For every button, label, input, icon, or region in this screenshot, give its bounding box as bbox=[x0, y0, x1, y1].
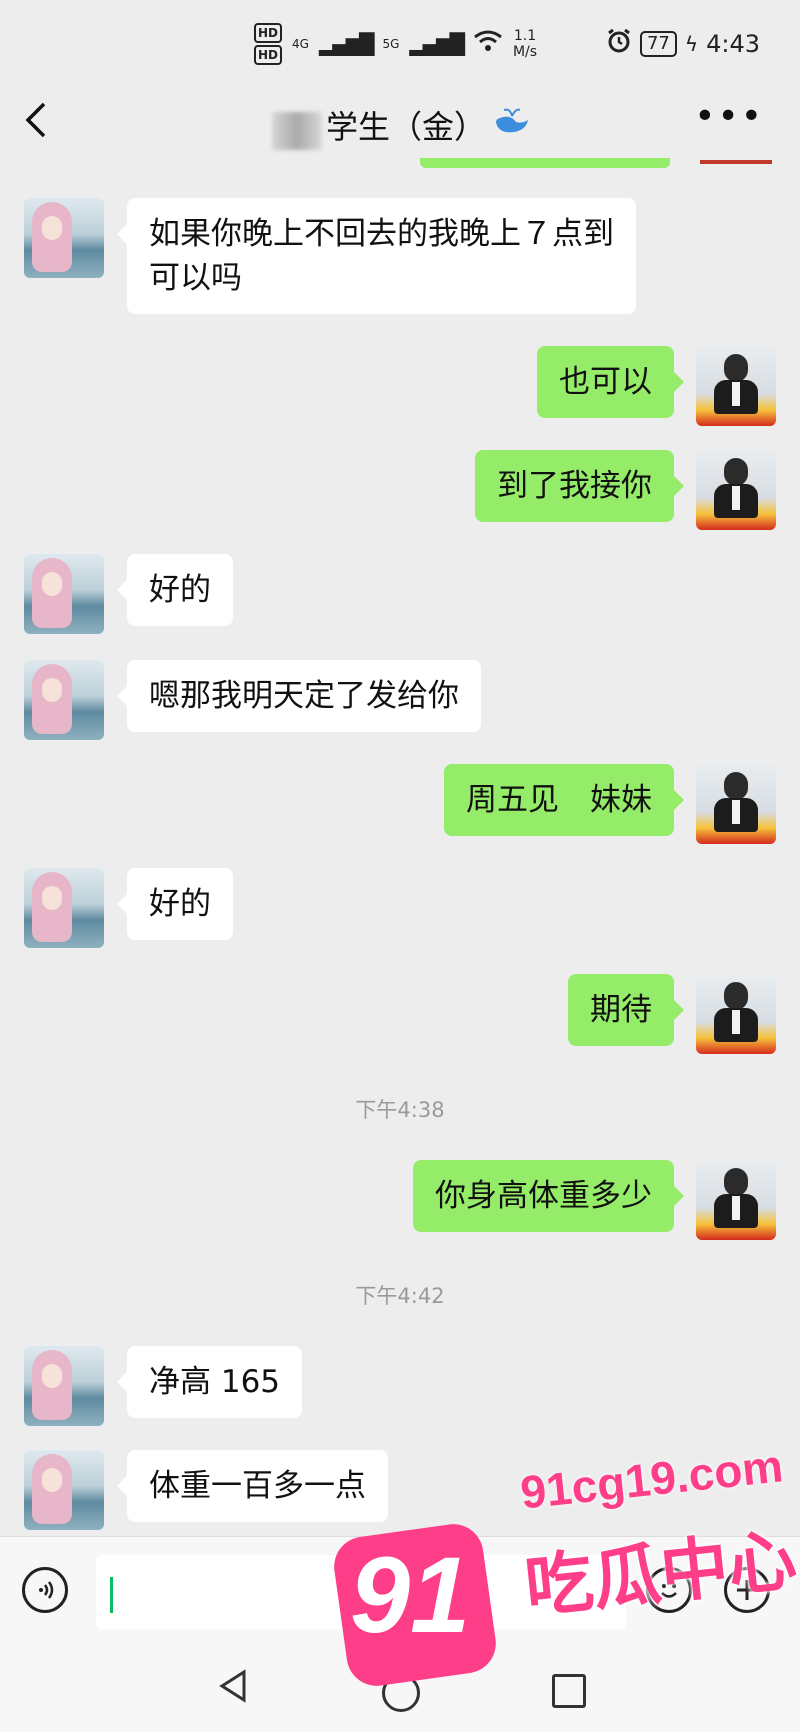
hd-badge-2: HD bbox=[254, 45, 283, 65]
speed-unit: M/s bbox=[512, 44, 538, 60]
avatar[interactable] bbox=[696, 450, 776, 530]
message-row: 体重一百多一点 bbox=[0, 1450, 800, 1530]
partial-divider bbox=[700, 160, 772, 164]
message-row: 好的 bbox=[0, 868, 800, 948]
avatar[interactable] bbox=[696, 764, 776, 844]
partial-sent-bubble bbox=[420, 158, 670, 168]
avatar[interactable] bbox=[24, 554, 104, 634]
avatar[interactable] bbox=[24, 660, 104, 740]
message-line: 好的 bbox=[149, 886, 211, 922]
message-row: 到了我接你 bbox=[0, 450, 800, 530]
input-bar bbox=[0, 1536, 800, 1647]
chat-header: 学生（金） ••• bbox=[0, 86, 800, 158]
triangle-back-icon[interactable] bbox=[216, 1668, 250, 1713]
chat-title-text: 学生（金） bbox=[326, 108, 487, 146]
avatar[interactable] bbox=[696, 346, 776, 426]
avatar[interactable] bbox=[24, 198, 104, 278]
message-input[interactable] bbox=[96, 1555, 626, 1629]
status-bar: HD HD 4G ▂▄▆█ 5G ▂▄▆█ 1.1 M/s 77 ϟ 4:43 bbox=[0, 0, 800, 86]
avatar[interactable] bbox=[24, 1450, 104, 1530]
message-line: 好的 bbox=[149, 572, 211, 608]
message-line: 体重一百多一点 bbox=[149, 1468, 366, 1504]
message-bubble[interactable]: 你身高体重多少 bbox=[413, 1160, 684, 1232]
chat-title: 学生（金） bbox=[326, 102, 532, 148]
hd-badge-1: HD bbox=[254, 23, 283, 43]
emoji-icon[interactable] bbox=[646, 1567, 692, 1613]
avatar[interactable] bbox=[24, 1346, 104, 1426]
status-left: HD HD 4G ▂▄▆█ 5G ▂▄▆█ 1.1 M/s bbox=[254, 22, 537, 66]
message-bubble[interactable]: 如果你晚上不回去的我晚上７点到 可以吗 bbox=[117, 198, 636, 314]
avatar[interactable] bbox=[696, 974, 776, 1054]
message-line: 可以吗 bbox=[149, 260, 242, 296]
message-line: 也可以 bbox=[559, 364, 652, 400]
message-bubble[interactable]: 好的 bbox=[117, 868, 233, 940]
message-row: 周五见 妹妹 bbox=[0, 764, 800, 844]
message-row: 如果你晚上不回去的我晚上７点到 可以吗 bbox=[0, 198, 800, 314]
blurred-name-redaction bbox=[272, 112, 322, 150]
message-bubble[interactable]: 也可以 bbox=[537, 346, 684, 418]
plus-icon[interactable] bbox=[724, 1567, 770, 1613]
network-label-2: 5G bbox=[382, 37, 400, 51]
message-line: 你身高体重多少 bbox=[435, 1178, 652, 1214]
text-caret bbox=[110, 1577, 113, 1613]
voice-icon[interactable] bbox=[22, 1567, 68, 1613]
message-line: 净高 165 bbox=[149, 1364, 281, 1400]
status-right: 77 ϟ 4:43 bbox=[606, 26, 760, 62]
clock-time: 4:43 bbox=[706, 30, 760, 58]
message-bubble[interactable]: 周五见 妹妹 bbox=[444, 764, 684, 836]
square-recent-icon[interactable] bbox=[552, 1674, 586, 1708]
chevron-left-icon[interactable] bbox=[22, 100, 66, 144]
alarm-icon bbox=[606, 28, 632, 60]
message-row: 你身高体重多少 bbox=[0, 1160, 800, 1240]
network-speed: 1.1 M/s bbox=[513, 28, 537, 60]
message-line: 期待 bbox=[590, 992, 652, 1028]
signal-icon: ▂▄▆█ bbox=[409, 32, 465, 56]
message-line: 如果你晚上不回去的我晚上７点到 bbox=[149, 216, 614, 252]
whale-icon bbox=[492, 105, 532, 145]
message-line: 嗯那我明天定了发给你 bbox=[149, 678, 459, 714]
message-bubble[interactable]: 嗯那我明天定了发给你 bbox=[117, 660, 481, 732]
message-bubble[interactable]: 到了我接你 bbox=[475, 450, 684, 522]
message-row: 也可以 bbox=[0, 346, 800, 426]
message-bubble[interactable]: 期待 bbox=[568, 974, 684, 1046]
avatar[interactable] bbox=[24, 868, 104, 948]
message-row: 好的 bbox=[0, 554, 800, 634]
avatar[interactable] bbox=[696, 1160, 776, 1240]
signal-icon: ▂▄▆█ bbox=[318, 32, 375, 56]
message-timestamp: 下午4:38 bbox=[355, 1098, 445, 1122]
message-line: 周五见 妹妹 bbox=[466, 782, 652, 818]
message-line: 到了我接你 bbox=[497, 468, 652, 504]
ellipsis-icon[interactable]: ••• bbox=[694, 96, 764, 137]
circle-home-icon[interactable] bbox=[382, 1674, 420, 1712]
message-bubble[interactable]: 体重一百多一点 bbox=[117, 1450, 388, 1522]
wifi-icon bbox=[473, 29, 503, 59]
message-bubble[interactable]: 好的 bbox=[117, 554, 233, 626]
message-timestamp: 下午4:42 bbox=[355, 1284, 445, 1308]
message-row: 嗯那我明天定了发给你 bbox=[0, 660, 800, 740]
message-row: 期待 bbox=[0, 974, 800, 1054]
system-nav-bar bbox=[0, 1646, 800, 1732]
network-label-1: 4G bbox=[292, 37, 309, 51]
speed-value: 1.1 bbox=[513, 28, 537, 44]
charging-icon: ϟ bbox=[684, 32, 699, 56]
message-bubble[interactable]: 净高 165 bbox=[116, 1346, 303, 1418]
battery-indicator: 77 bbox=[639, 31, 677, 57]
message-row: 净高 165 bbox=[0, 1346, 800, 1426]
